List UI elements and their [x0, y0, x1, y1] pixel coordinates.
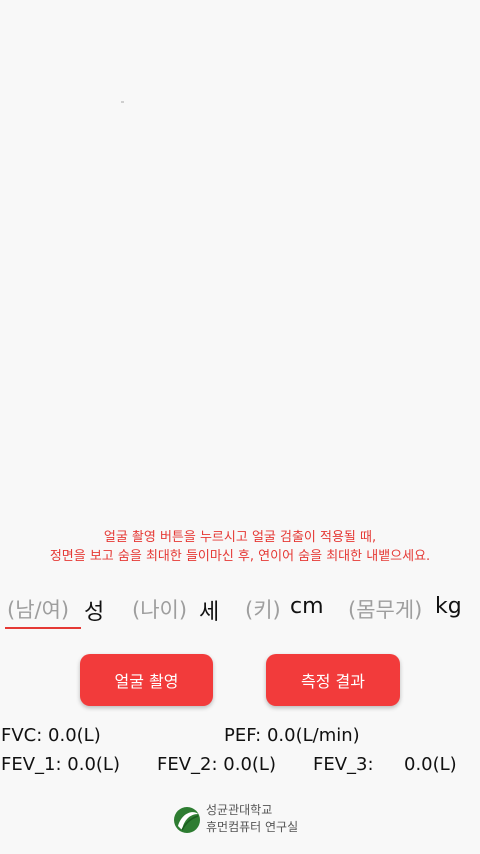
weight-unit: kg	[435, 594, 462, 619]
fev2-value: FEV_2: 0.0(L)	[157, 754, 276, 775]
age-input[interactable]	[130, 593, 198, 627]
gender-unit: 성	[84, 600, 105, 625]
fev3-value: 0.0(L)	[404, 754, 457, 775]
profile-inputs: 성 세 cm kg	[0, 593, 480, 633]
fev3-label: FEV_3:	[313, 754, 374, 775]
measure-result-button[interactable]: 측정 결과	[266, 654, 400, 706]
preview-speck	[121, 101, 124, 103]
fvc-value: FVC: 0.0(L)	[1, 725, 101, 746]
leaf-logo-icon	[174, 807, 200, 833]
camera-preview	[0, 0, 480, 520]
weight-input[interactable]	[346, 593, 436, 627]
face-capture-button[interactable]: 얼굴 촬영	[80, 654, 213, 706]
app-screen: 얼굴 촬영 버튼을 누르시고 얼굴 검출이 적용될 때, 정면을 보고 숨을 최…	[0, 0, 480, 854]
logo-university: 성균관대학교	[206, 803, 273, 817]
instruction-text: 얼굴 촬영 버튼을 누르시고 얼굴 검출이 적용될 때, 정면을 보고 숨을 최…	[0, 528, 480, 566]
age-unit: 세	[199, 600, 220, 625]
logo-lab: 휴먼컴퓨터 연구실	[206, 820, 299, 834]
pef-value: PEF: 0.0(L/min)	[224, 725, 360, 746]
gender-input[interactable]	[5, 593, 81, 629]
lab-logo: 성균관대학교 휴먼컴퓨터 연구실	[172, 800, 332, 842]
height-input[interactable]	[243, 593, 289, 627]
fev1-value: FEV_1: 0.0(L)	[1, 754, 120, 775]
instruction-line-1: 얼굴 촬영 버튼을 누르시고 얼굴 검출이 적용될 때,	[103, 530, 377, 545]
instruction-line-2: 정면을 보고 숨을 최대한 들이마신 후, 연이어 숨을 최대한 내뱉으세요.	[49, 549, 431, 564]
height-unit: cm	[290, 594, 324, 619]
